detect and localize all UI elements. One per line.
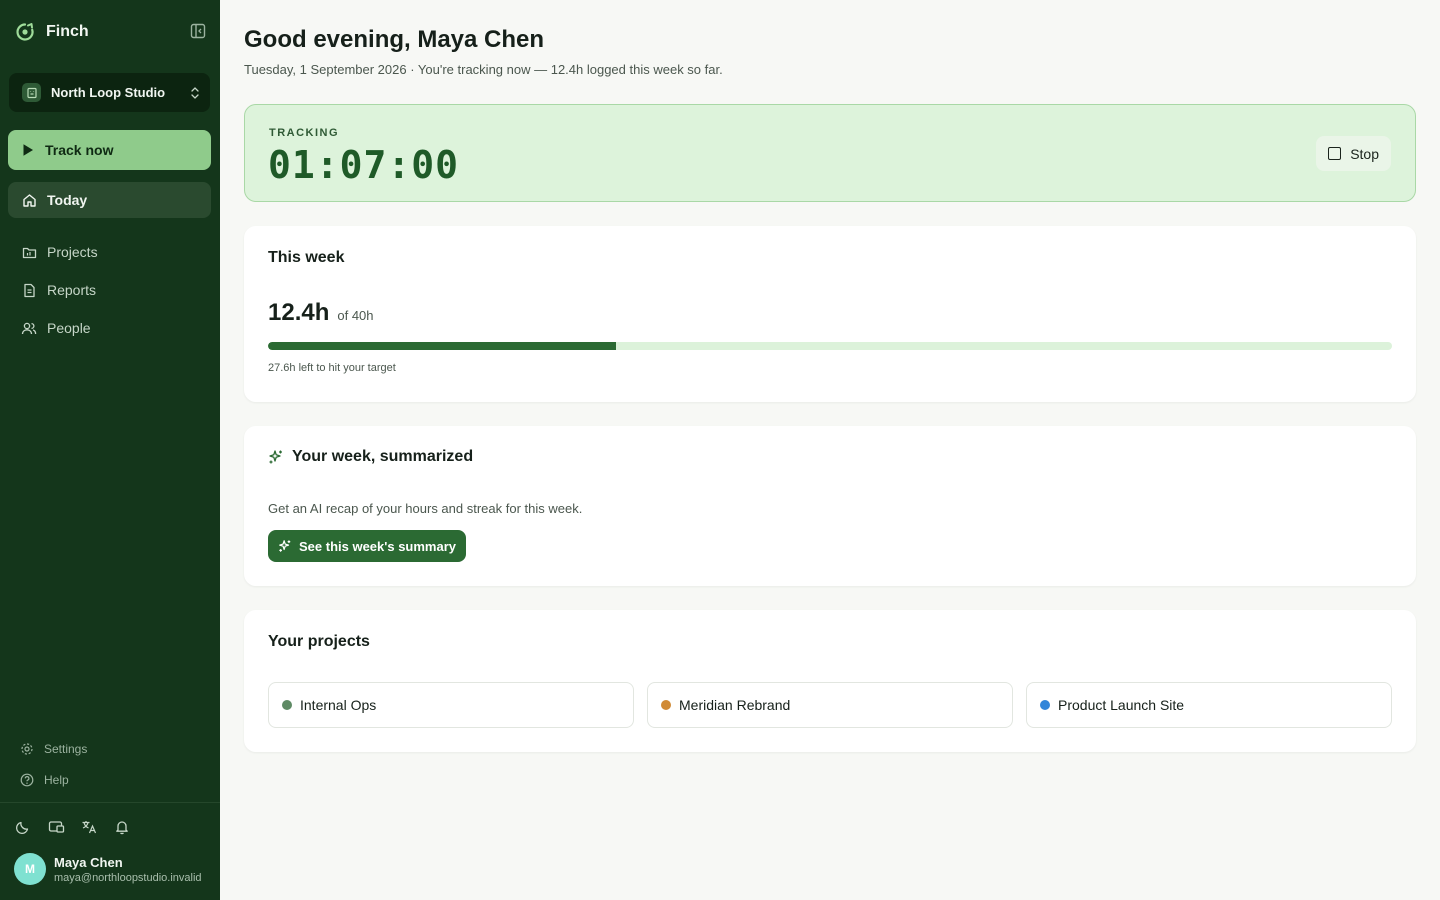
see-summary-button[interactable]: See this week's summary [268, 530, 467, 562]
workspace-name: North Loop Studio [51, 85, 166, 100]
sidebar: Finch North Loop Studio Track now Today … [0, 0, 220, 900]
project-color-dot [1040, 700, 1050, 710]
translate-icon[interactable] [80, 818, 98, 836]
moon-icon[interactable] [14, 818, 32, 836]
tracking-card: TRACKING 01:07:00 Stop [244, 104, 1416, 202]
see-summary-label: See this week's summary [299, 538, 457, 554]
settings-link[interactable]: Settings [20, 742, 87, 756]
hours-target: of 40h [337, 308, 374, 323]
user-profile[interactable]: M Maya Chen maya@northloopstudio.invalid [14, 853, 202, 885]
brand[interactable]: Finch [14, 21, 89, 43]
project-color-dot [282, 700, 292, 710]
workspace-switcher[interactable]: North Loop Studio [9, 73, 210, 112]
this-week-title: This week [268, 249, 345, 266]
hours-left-text: 27.6h left to hit your target [268, 362, 396, 374]
sidebar-item-label: Projects [47, 244, 98, 260]
sidebar-item-projects[interactable]: Projects [8, 234, 211, 270]
this-week-card: This week 12.4h of 40h 27.6h left to hit… [244, 226, 1416, 402]
stop-icon [1328, 147, 1342, 160]
sidebar-item-people[interactable]: People [8, 310, 211, 346]
summary-description: Get an AI recap of your hours and streak… [268, 501, 583, 516]
project-item-internal-ops[interactable]: Internal Ops [268, 682, 634, 728]
hours-logged: 12.4h [268, 299, 330, 326]
project-item-meridian-rebrand[interactable]: Meridian Rebrand [647, 682, 1013, 728]
projects-card: Your projects Internal Ops Meridian Rebr… [244, 610, 1416, 752]
home-icon [21, 192, 37, 208]
help-label: Help [44, 773, 69, 787]
stop-button[interactable]: Stop [1316, 136, 1391, 171]
page-subtitle: Tuesday, 1 September 2026 · You're track… [244, 62, 723, 77]
user-name: Maya Chen [54, 854, 123, 870]
people-icon [21, 320, 37, 336]
sidebar-item-label: People [47, 320, 91, 336]
sidebar-item-today[interactable]: Today [8, 182, 211, 218]
week-progress-bar [268, 342, 1392, 350]
sparkle-icon [279, 540, 291, 552]
project-name: Internal Ops [300, 697, 377, 713]
sidebar-item-label: Today [47, 192, 88, 208]
sidebar-item-reports[interactable]: Reports [8, 272, 211, 308]
timer-display: 01:07:00 [268, 143, 460, 187]
cast-icon[interactable] [47, 818, 65, 836]
avatar: M [14, 853, 46, 885]
building-icon [22, 83, 41, 102]
projects-title: Your projects [268, 633, 370, 650]
user-email: maya@northloopstudio.invalid [54, 871, 202, 884]
track-now-button[interactable]: Track now [8, 130, 211, 170]
collapse-sidebar-icon[interactable] [190, 23, 208, 41]
play-icon [23, 144, 33, 156]
gear-icon [21, 743, 33, 755]
page-title: Good evening, Maya Chen [244, 26, 545, 53]
help-link[interactable]: Help [20, 773, 69, 787]
chevron-updown-icon [191, 86, 199, 99]
project-name: Meridian Rebrand [679, 697, 791, 713]
help-icon [20, 773, 34, 787]
bell-icon[interactable] [113, 818, 131, 836]
project-name: Product Launch Site [1058, 697, 1185, 713]
project-list: Internal Ops Meridian Rebrand Product La… [268, 682, 1392, 728]
week-progress-fill [268, 342, 617, 350]
tracking-label: TRACKING [269, 127, 340, 139]
summary-title: Your week, summarized [292, 448, 474, 465]
track-now-label: Track now [45, 142, 114, 158]
week-summary-card: Your week, summarized Get an AI recap of… [244, 426, 1416, 586]
utility-bar [14, 818, 131, 836]
finch-logo-icon [16, 23, 34, 41]
sidebar-item-label: Reports [47, 282, 97, 298]
week-hours: 12.4h of 40h [268, 299, 374, 327]
sidebar-divider [0, 802, 220, 803]
document-icon [21, 282, 37, 298]
brand-name: Finch [46, 23, 89, 40]
stop-label: Stop [1350, 145, 1379, 162]
project-color-dot [661, 700, 671, 710]
folder-icon [21, 244, 37, 260]
sparkle-icon [269, 450, 282, 464]
project-item-product-launch-site[interactable]: Product Launch Site [1026, 682, 1392, 728]
summary-header: Your week, summarized [268, 448, 473, 466]
settings-label: Settings [44, 742, 88, 756]
